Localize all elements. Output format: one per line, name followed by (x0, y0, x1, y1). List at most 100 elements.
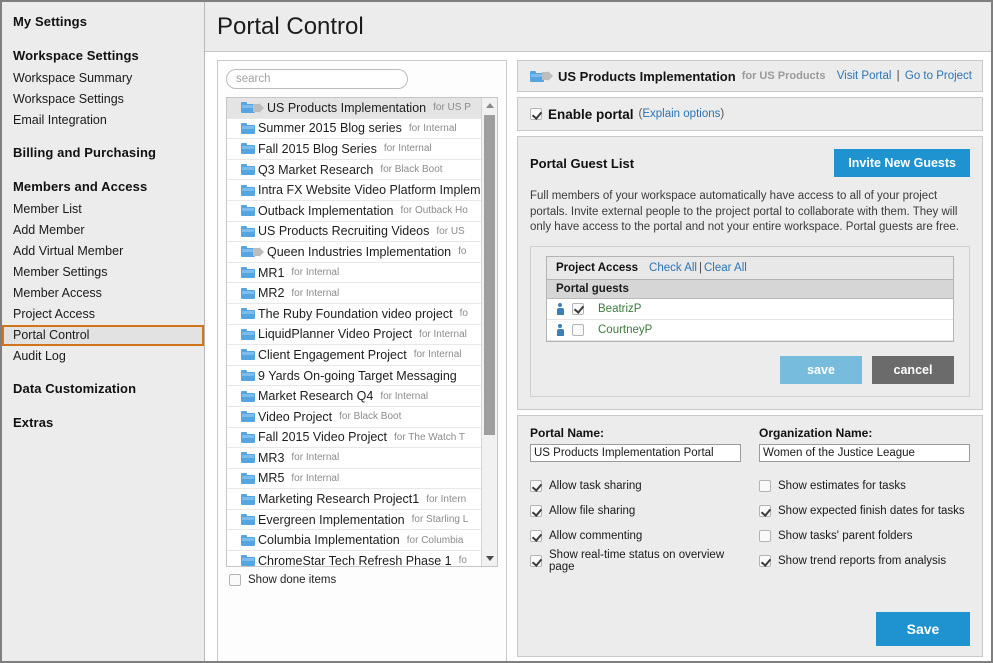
project-name: Outback Implementation (258, 204, 394, 218)
project-list-item[interactable]: Outback Implementationfor Outback Ho (227, 201, 481, 222)
organization-name-input[interactable] (759, 444, 970, 462)
search-input[interactable] (226, 69, 408, 89)
show-done-items-checkbox[interactable]: Show done items (226, 574, 498, 586)
folder-icon (241, 123, 255, 134)
portal-arrow-icon (542, 71, 553, 82)
visit-portal-link[interactable]: Visit Portal (837, 70, 892, 82)
sidebar-item-workspace-settings[interactable]: Workspace Settings (2, 89, 204, 110)
guest-cancel-button[interactable]: cancel (872, 356, 954, 384)
sidebar-item-audit-log[interactable]: Audit Log (2, 346, 204, 367)
project-list-item[interactable]: Market Research Q4for Internal (227, 386, 481, 407)
option-checkbox[interactable] (759, 555, 771, 567)
project-list-item[interactable]: US Products Implementationfor US P (227, 98, 481, 119)
option-checkbox[interactable] (759, 530, 771, 542)
project-list-item[interactable]: MR1for Internal (227, 263, 481, 284)
project-list-item[interactable]: Marketing Research Project1for Intern (227, 489, 481, 510)
save-button[interactable]: Save (876, 612, 970, 646)
project-list-item[interactable]: Client Engagement Projectfor Internal (227, 345, 481, 366)
project-access-header: Project Access Check All | Clear All (547, 257, 953, 280)
folder-icon (241, 205, 255, 216)
go-to-project-link[interactable]: Go to Project (905, 70, 972, 82)
project-name: Video Project (258, 410, 332, 424)
project-list-item[interactable]: ChromeStar Tech Refresh Phase 1fo (227, 551, 481, 566)
project-list-item[interactable]: Evergreen Implementationfor Starling L (227, 510, 481, 531)
sidebar-item-member-settings[interactable]: Member Settings (2, 262, 204, 283)
content-area: US Products Implementationfor US PSummer… (205, 52, 991, 661)
portal-save-row: Save (530, 612, 970, 646)
project-access-table: Project Access Check All | Clear All Por… (546, 256, 954, 342)
folder-icon (241, 288, 255, 299)
portal-name-input[interactable] (530, 444, 741, 462)
project-list-item[interactable]: Columbia Implementationfor Columbia (227, 530, 481, 551)
project-list-item[interactable]: MR3for Internal (227, 448, 481, 469)
project-list-item[interactable]: MR5for Internal (227, 469, 481, 490)
enable-portal-checkbox[interactable] (530, 108, 542, 120)
project-list-item[interactable]: US Products Recruiting Videosfor US (227, 222, 481, 243)
option-show-real-time-status-on-overview-page[interactable]: Show real-time status on overview page (530, 549, 741, 574)
sidebar-spacer (2, 165, 204, 174)
option-allow-task-sharing[interactable]: Allow task sharing (530, 474, 741, 499)
project-list-item[interactable]: Q3 Market Researchfor Black Boot (227, 160, 481, 181)
sidebar-item-email-integration[interactable]: Email Integration (2, 110, 204, 131)
option-show-trend-reports-from-analysis[interactable]: Show trend reports from analysis (759, 549, 970, 574)
sidebar-item-member-list[interactable]: Member List (2, 199, 204, 220)
option-show-estimates-for-tasks[interactable]: Show estimates for tasks (759, 474, 970, 499)
option-show-tasks-parent-folders[interactable]: Show tasks' parent folders (759, 524, 970, 549)
clear-all-link[interactable]: Clear All (704, 262, 747, 274)
sidebar-item-portal-control[interactable]: Portal Control (2, 325, 204, 346)
option-checkbox[interactable] (530, 555, 542, 567)
enable-portal-label: Enable portal (548, 107, 634, 122)
project-list-item[interactable]: Fall 2015 Blog Seriesfor Internal (227, 139, 481, 160)
sidebar-item-member-access[interactable]: Member Access (2, 283, 204, 304)
project-name: Fall 2015 Video Project (258, 430, 387, 444)
sidebar-item-project-access[interactable]: Project Access (2, 304, 204, 325)
explain-options-link[interactable]: Explain options (642, 108, 720, 120)
project-list-item[interactable]: Queen Industries Implementationfo (227, 242, 481, 263)
chevron-up-icon[interactable] (482, 98, 497, 113)
project-list-scrollbar[interactable] (481, 98, 497, 566)
sidebar-heading: My Settings (2, 10, 204, 34)
project-name: Q3 Market Research (258, 163, 373, 177)
paren-close: ) (720, 108, 724, 120)
project-client: for Internal (291, 452, 339, 463)
guest-save-button[interactable]: save (780, 356, 862, 384)
show-done-items-box[interactable] (229, 574, 241, 586)
option-checkbox[interactable] (530, 480, 542, 492)
chevron-down-icon[interactable] (482, 551, 497, 566)
check-all-link[interactable]: Check All (649, 262, 697, 274)
folder-icon (241, 391, 255, 402)
sidebar-item-add-member[interactable]: Add Member (2, 220, 204, 241)
project-list-item[interactable]: Fall 2015 Video Project for The Watch T (227, 428, 481, 449)
portal-options-card: Portal Name: Organization Name: Allow ta… (517, 415, 983, 658)
option-label: Allow commenting (549, 530, 642, 542)
sidebar-heading: Billing and Purchasing (2, 140, 204, 165)
option-checkbox[interactable] (759, 505, 771, 517)
project-name: Fall 2015 Blog Series (258, 142, 377, 156)
project-list-item[interactable]: Summer 2015 Blog seriesfor Internal (227, 119, 481, 140)
project-list-item[interactable]: MR2for Internal (227, 283, 481, 304)
project-list-item[interactable]: Intra FX Website Video Platform Implem (227, 180, 481, 201)
invite-new-guests-button[interactable]: Invite New Guests (834, 149, 970, 177)
option-checkbox[interactable] (530, 505, 542, 517)
option-checkbox[interactable] (759, 480, 771, 492)
guest-access-checkbox[interactable] (572, 324, 584, 336)
project-list-item[interactable]: Video Projectfor Black Boot (227, 407, 481, 428)
sidebar-item-add-virtual-member[interactable]: Add Virtual Member (2, 241, 204, 262)
portal-header-card: US Products Implementation for US Produc… (517, 60, 983, 92)
option-allow-commenting[interactable]: Allow commenting (530, 524, 741, 549)
guest-row: CourtneyP (547, 320, 953, 341)
guest-name[interactable]: CourtneyP (598, 324, 652, 336)
option-checkbox[interactable] (530, 530, 542, 542)
scrollbar-thumb[interactable] (484, 115, 495, 435)
project-list-item[interactable]: LiquidPlanner Video Projectfor Internal (227, 325, 481, 346)
option-allow-file-sharing[interactable]: Allow file sharing (530, 499, 741, 524)
project-list-item[interactable]: The Ruby Foundation video projectfo (227, 304, 481, 325)
portal-guests-subheader: Portal guests (547, 280, 953, 299)
project-client: for The Watch T (394, 432, 465, 443)
guest-name[interactable]: BeatrizP (598, 303, 641, 315)
project-list-item[interactable]: 9 Yards On-going Target Messaging (227, 366, 481, 387)
sidebar-item-workspace-summary[interactable]: Workspace Summary (2, 68, 204, 89)
project-client: for Internal (291, 288, 339, 299)
option-show-expected-finish-dates-for-tasks[interactable]: Show expected finish dates for tasks (759, 499, 970, 524)
guest-access-checkbox[interactable] (572, 303, 584, 315)
